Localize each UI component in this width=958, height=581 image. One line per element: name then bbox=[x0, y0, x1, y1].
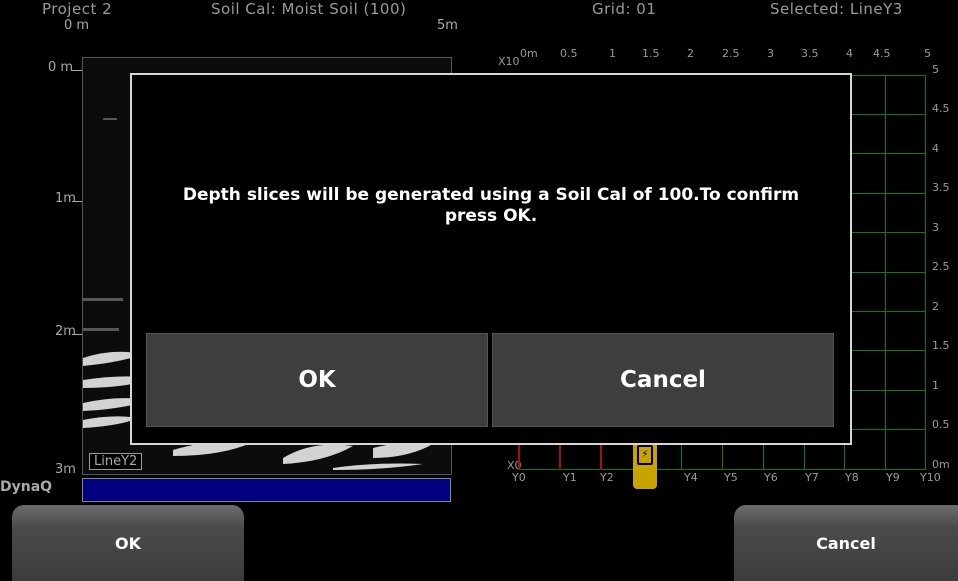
grid-x-label: 0.5 bbox=[560, 47, 578, 60]
selected-line-label: Selected: LineY3 bbox=[770, 0, 903, 18]
grid-x-label: 3.5 bbox=[801, 47, 819, 60]
grid-y-label: 1 bbox=[932, 379, 939, 392]
dialog-message: Depth slices will be generated using a S… bbox=[182, 185, 800, 226]
grid-y-label: 5 bbox=[932, 63, 939, 76]
depth-label-2: 2m bbox=[55, 324, 76, 339]
grid-line-label: Y7 bbox=[805, 471, 819, 484]
grid-line-label: Y5 bbox=[724, 471, 738, 484]
depth-tick bbox=[72, 201, 82, 202]
grid-line-label: Y4 bbox=[684, 471, 698, 484]
grid-line-label: Y0 bbox=[512, 471, 526, 484]
grid-y-label: 3 bbox=[932, 221, 939, 234]
depth-label-1: 1m bbox=[55, 191, 76, 206]
radar-x-start: 0 m bbox=[64, 18, 90, 33]
project-name: Project 2 bbox=[42, 0, 113, 18]
grid-x-label: 4 bbox=[846, 47, 853, 60]
grid-y-label: 0m bbox=[932, 458, 950, 471]
grid-x-label: 1 bbox=[609, 47, 616, 60]
grid-x-label: 3 bbox=[767, 47, 774, 60]
grid-x-label: 1.5 bbox=[642, 47, 660, 60]
ok-button[interactable]: OK bbox=[12, 505, 244, 581]
line-label-box: LineY2 bbox=[89, 453, 143, 470]
grid-line-label: Y10 bbox=[920, 471, 941, 484]
progress-bar bbox=[82, 478, 451, 502]
grid-x-label: 2.5 bbox=[722, 47, 740, 60]
grid-x-label: 0m bbox=[520, 47, 538, 60]
grid-y-label: 0.5 bbox=[932, 418, 950, 431]
confirm-dialog: Depth slices will be generated using a S… bbox=[130, 73, 852, 445]
dialog-ok-button[interactable]: OK bbox=[146, 333, 488, 427]
depth-tick bbox=[72, 70, 82, 71]
grid-line-label: Y2 bbox=[600, 471, 614, 484]
depth-label-0: 0 m bbox=[48, 60, 74, 75]
cancel-button[interactable]: Cancel bbox=[734, 505, 958, 581]
grid-label: Grid: 01 bbox=[592, 0, 657, 18]
grid-x-label: 2 bbox=[687, 47, 694, 60]
grid-y-label: 2.5 bbox=[932, 260, 950, 273]
grid-y-label: 4.5 bbox=[932, 102, 950, 115]
grid-x-label: 4.5 bbox=[873, 47, 891, 60]
grid-line-label: Y8 bbox=[845, 471, 859, 484]
radar-x-end: 5m bbox=[437, 18, 458, 33]
grid-y-label: 4 bbox=[932, 142, 939, 155]
depth-tick bbox=[72, 334, 82, 335]
grid-line-label: Y6 bbox=[764, 471, 778, 484]
grid-y-label: 2 bbox=[932, 300, 939, 313]
soil-cal-label: Soil Cal: Moist Soil (100) bbox=[211, 0, 407, 18]
grid-line-label: Y1 bbox=[563, 471, 577, 484]
dialog-cancel-button[interactable]: Cancel bbox=[492, 333, 834, 427]
depth-label-3: 3m bbox=[55, 462, 76, 477]
app-label: DynaQ bbox=[0, 479, 53, 495]
grid-y-label: 3.5 bbox=[932, 181, 950, 194]
x10-label: X10 bbox=[498, 55, 520, 68]
grid-x-label: 5 bbox=[924, 47, 931, 60]
grid-y-label: 1.5 bbox=[932, 339, 950, 352]
grid-line-label: Y9 bbox=[886, 471, 900, 484]
